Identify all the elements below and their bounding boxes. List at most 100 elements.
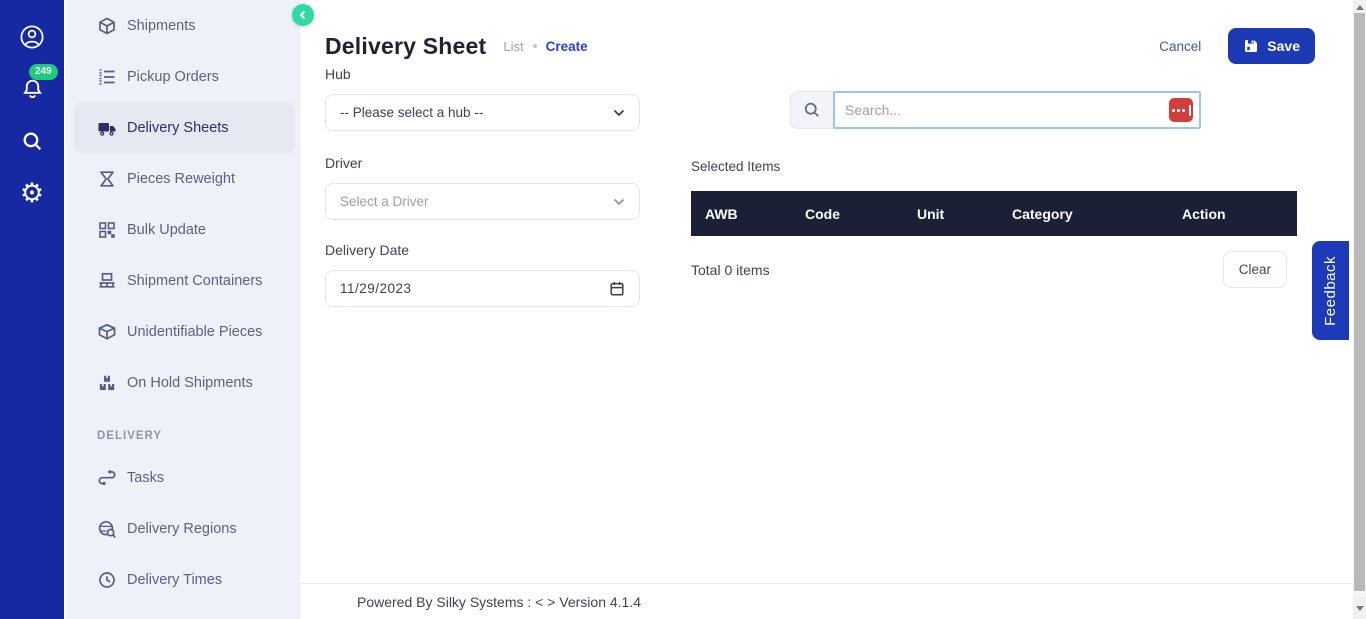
column-header-category: Category — [1012, 206, 1182, 222]
ordered-list-icon — [97, 67, 117, 87]
feedback-button[interactable]: Feedback — [1312, 241, 1349, 340]
sidebar-item-label: Pickup Orders — [127, 69, 219, 85]
header-actions: Cancel Save — [1159, 28, 1315, 64]
sidebar-item-label: Delivery Regions — [127, 521, 237, 537]
search-input-wrap — [833, 91, 1201, 129]
save-button[interactable]: Save — [1228, 28, 1315, 64]
search-icon — [20, 129, 45, 154]
search-icon-box — [790, 91, 833, 129]
search-icon — [803, 101, 821, 119]
breadcrumb-create-link[interactable]: Create — [546, 39, 588, 54]
cancel-button[interactable]: Cancel — [1159, 39, 1201, 54]
driver-select[interactable]: Select a Driver — [325, 183, 640, 220]
bell-icon — [20, 77, 45, 102]
sidebar-item-label: On Hold Shipments — [127, 375, 253, 391]
column-header-code: Code — [805, 206, 917, 222]
sidebar-item-on-hold-shipments[interactable]: On Hold Shipments — [74, 357, 295, 408]
scrollbar-up-button[interactable] — [1353, 0, 1366, 14]
global-search-button[interactable] — [19, 128, 45, 154]
driver-select-placeholder: Select a Driver — [340, 194, 613, 209]
sidebar-item-delivery-times[interactable]: Delivery Times — [74, 554, 295, 605]
column-header-action: Action — [1182, 206, 1297, 222]
sidebar-nav: Shipments Pickup Orders — [66, 0, 300, 605]
route-icon — [97, 468, 117, 488]
page-title: Delivery Sheet — [325, 33, 486, 60]
delivery-date-input[interactable]: 11/29/2023 — [325, 270, 640, 307]
hub-select-value: -- Please select a hub -- — [340, 105, 613, 120]
sidebar-item-unidentifiable-pieces[interactable]: Unidentifiable Pieces — [74, 306, 295, 357]
page-header: Delivery Sheet List Create Cancel Save — [325, 28, 1315, 64]
sidebar-item-pickup-orders[interactable]: Pickup Orders — [74, 51, 295, 102]
scrollbar-down-button[interactable] — [1353, 597, 1366, 619]
driver-label: Driver — [325, 153, 640, 173]
sidebar-item-label: Delivery Times — [127, 572, 222, 588]
sidebar-item-label: Delivery Sheets — [127, 120, 229, 136]
hub-select[interactable]: -- Please select a hub -- — [325, 94, 640, 131]
sidebar-item-tasks[interactable]: Tasks — [74, 452, 295, 503]
total-items-text: Total 0 items — [691, 262, 770, 278]
truck-icon — [97, 118, 117, 138]
driver-field-group: Driver Select a Driver — [325, 153, 640, 220]
chevron-down-icon — [613, 109, 625, 117]
footer: Powered By Silky Systems : < > Version 4… — [300, 583, 1353, 619]
qr-code-icon — [97, 220, 117, 240]
chevron-down-icon — [613, 198, 625, 206]
clear-button[interactable]: Clear — [1223, 251, 1287, 288]
column-header-awb: AWB — [705, 206, 805, 222]
sidebar-item-shipment-containers[interactable]: Shipment Containers — [74, 255, 295, 306]
notification-count-badge: 249 — [29, 64, 58, 80]
profile-button[interactable] — [19, 24, 45, 50]
sidebar-item-label: Unidentifiable Pieces — [127, 324, 262, 340]
breadcrumb: List Create — [503, 39, 587, 54]
settings-button[interactable]: ⚙ — [19, 180, 45, 206]
sidebar-item-label: Shipment Containers — [127, 273, 262, 289]
sidebar-item-bulk-update[interactable]: Bulk Update — [74, 204, 295, 255]
breadcrumb-list-link[interactable]: List — [503, 39, 523, 54]
sidebar-item-label: Tasks — [127, 470, 164, 486]
selected-items-table-header: AWB Code Unit Category Action — [691, 191, 1297, 236]
scroll-up-arrow-icon — [1356, 5, 1364, 10]
delivery-date-field-group: Delivery Date 11/29/2023 — [325, 240, 640, 307]
items-search-input[interactable] — [833, 91, 1201, 129]
delivery-date-label: Delivery Date — [325, 240, 640, 260]
selected-items-label: Selected Items — [691, 159, 780, 174]
scroll-down-arrow-icon — [1356, 606, 1364, 611]
sidebar-item-shipments[interactable]: Shipments — [74, 0, 295, 51]
icon-rail: 249 ⚙ — [0, 0, 64, 619]
gear-icon: ⚙ — [20, 180, 44, 207]
password-manager-extension-icon[interactable] — [1169, 98, 1193, 122]
sidebar-item-delivery-sheets[interactable]: Delivery Sheets — [74, 102, 295, 153]
sidebar: Shipments Pickup Orders — [64, 0, 300, 619]
globe-search-icon — [97, 519, 117, 539]
clock-icon — [97, 570, 117, 590]
calendar-icon[interactable] — [609, 280, 625, 297]
user-circle-icon — [19, 24, 45, 50]
table-footer-row: Total 0 items Clear — [691, 251, 1297, 288]
breadcrumb-dot — [533, 44, 537, 48]
floppy-disk-icon — [1243, 38, 1259, 54]
search-bar — [790, 91, 1201, 129]
sidebar-item-label: Bulk Update — [127, 222, 206, 238]
stacked-boxes-icon — [97, 373, 117, 393]
open-box-icon — [97, 322, 117, 342]
footer-text: Powered By Silky Systems : < > Version 4… — [357, 594, 641, 610]
chevron-left-icon — [298, 10, 308, 20]
hub-label: Hub — [325, 64, 640, 84]
vertical-scrollbar[interactable] — [1353, 0, 1366, 619]
hub-field-group: Hub -- Please select a hub -- — [325, 64, 640, 131]
notifications-button[interactable]: 249 — [19, 76, 45, 102]
column-header-unit: Unit — [917, 206, 1012, 222]
delivery-date-value: 11/29/2023 — [340, 281, 609, 296]
scale-icon — [97, 169, 117, 189]
scrollbar-thumb[interactable] — [1354, 13, 1365, 591]
sidebar-item-delivery-regions[interactable]: Delivery Regions — [74, 503, 295, 554]
pallet-icon — [97, 271, 117, 291]
sidebar-item-pieces-reweight[interactable]: Pieces Reweight — [74, 153, 295, 204]
sidebar-collapse-button[interactable] — [292, 4, 314, 26]
save-button-label: Save — [1267, 38, 1300, 54]
sidebar-section-delivery: DELIVERY — [97, 426, 300, 446]
sidebar-item-label: Pieces Reweight — [127, 171, 235, 187]
feedback-button-label: Feedback — [1322, 256, 1339, 326]
sidebar-item-label: Shipments — [127, 18, 196, 34]
box-icon — [97, 16, 117, 36]
